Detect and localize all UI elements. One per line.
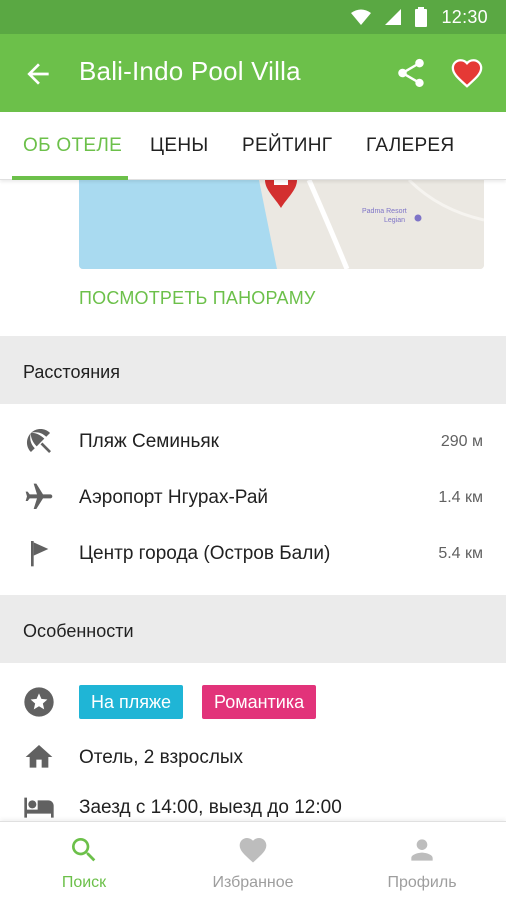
app-bar: Bali-Indo Pool Villa — [0, 34, 506, 112]
distance-row-airport: Аэропорт Нгурах-Рай 1.4 км — [0, 471, 506, 527]
star-circle-icon — [24, 687, 54, 717]
status-time: 12:30 — [441, 6, 488, 27]
tab-gallery[interactable]: ГАЛЕРЕЯ — [366, 112, 454, 180]
view-panorama-link[interactable]: ПОСМОТРЕТЬ ПАНОРАМУ — [79, 288, 316, 309]
tab-rating[interactable]: РЕЙТИНГ — [242, 112, 332, 180]
search-icon — [72, 838, 96, 862]
tag-romance: Романтика — [202, 685, 317, 719]
hotel-type-row: Отель, 2 взрослых — [0, 731, 506, 787]
tab-about-hotel[interactable]: ОБ ОТЕЛЕ — [23, 112, 122, 180]
distance-label: Аэропорт Нгурах-Рай — [79, 487, 269, 508]
favorite-heart-icon[interactable] — [450, 56, 484, 90]
airplane-icon — [25, 483, 53, 509]
nav-profile-label: Профиль — [387, 874, 457, 891]
distance-row-beach: Пляж Семиньяк 290 м — [0, 415, 506, 471]
page-title: Bali-Indo Pool Villa — [79, 56, 301, 86]
status-bar: 12:30 — [0, 0, 506, 34]
distances-header-label: Расстояния — [23, 362, 120, 382]
nav-favorites-label: Избранное — [212, 874, 294, 891]
bed-icon — [24, 797, 54, 818]
checkin-text: Заезд с 14:00, выезд до 12:00 — [79, 797, 342, 818]
nav-search[interactable]: Поиск — [0, 822, 168, 900]
wifi-icon — [351, 9, 372, 25]
map-poi-sublabel: Legian — [384, 217, 406, 224]
features-section-header: Особенности — [0, 595, 506, 663]
map-poi-label: Padma Resort — [362, 208, 407, 215]
tag-beach: На пляже — [79, 685, 184, 719]
distance-row-city-center: Центр города (Остров Бали) 5.4 км — [0, 527, 506, 583]
bottom-navigation: Поиск Избранное Профиль — [0, 821, 506, 900]
nav-profile[interactable]: Профиль — [338, 822, 506, 900]
battery-icon — [415, 7, 428, 27]
tab-prices[interactable]: ЦЕНЫ — [150, 112, 208, 180]
share-icon[interactable] — [394, 56, 428, 90]
hotel-map[interactable]: Padma Resort Legian — [79, 180, 484, 269]
hotel-type-text: Отель, 2 взрослых — [79, 747, 244, 768]
beach-umbrella-icon — [27, 429, 51, 453]
features-header-label: Особенности — [23, 621, 134, 641]
distance-value: 5.4 км — [438, 545, 483, 562]
tab-bar: ОБ ОТЕЛЕ ЦЕНЫ РЕЙТИНГ ГАЛЕРЕЯ — [0, 112, 506, 180]
distance-label: Пляж Семиньяк — [79, 431, 219, 452]
distance-label: Центр города (Остров Бали) — [79, 543, 331, 564]
distance-value: 290 м — [440, 433, 483, 450]
nav-favorites[interactable]: Избранное — [169, 822, 337, 900]
cellular-signal-icon — [385, 9, 402, 25]
back-arrow-icon[interactable] — [22, 58, 54, 90]
map-image — [79, 180, 484, 269]
home-icon — [25, 745, 53, 768]
distance-value: 1.4 км — [438, 489, 483, 506]
person-icon — [411, 839, 433, 861]
active-tab-indicator — [12, 176, 128, 180]
distances-section-header: Расстояния — [0, 336, 506, 404]
flag-icon — [31, 541, 49, 567]
heart-icon — [239, 838, 267, 863]
nav-search-label: Поиск — [61, 874, 107, 891]
